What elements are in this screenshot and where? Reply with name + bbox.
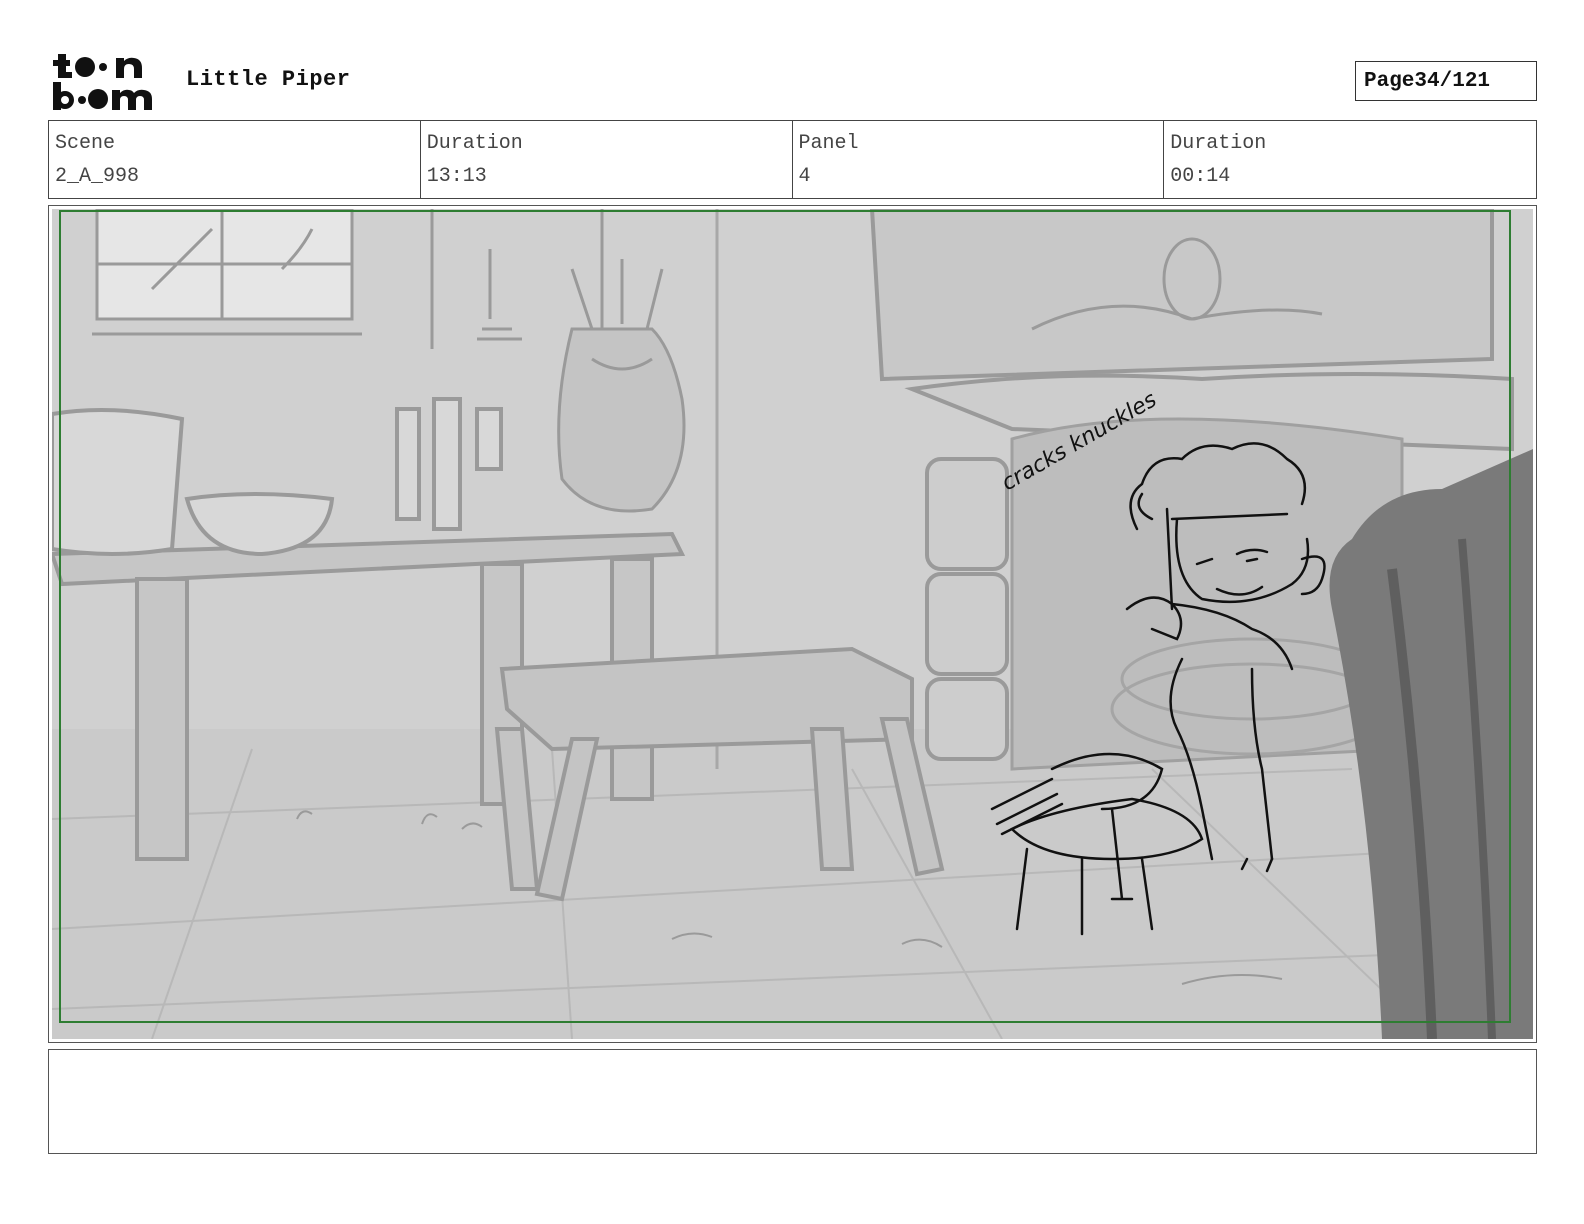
page-label: Page xyxy=(1364,69,1415,93)
panel-duration-cell: Duration 00:14 xyxy=(1164,121,1536,198)
page-number: 34/121 xyxy=(1414,69,1491,93)
storyboard-panel-drawing: cracks knuckles xyxy=(52,209,1533,1039)
page-indicator: Page 34/121 xyxy=(1355,61,1537,101)
scene-duration-cell: Duration 13:13 xyxy=(421,121,793,198)
scene-value: 2_A_998 xyxy=(55,165,140,188)
project-title: Little Piper xyxy=(186,67,351,92)
scene-duration-label: Duration xyxy=(426,132,523,155)
panel-duration-label: Duration xyxy=(1170,132,1267,155)
panel-value: 4 xyxy=(798,165,811,188)
scene-label: Scene xyxy=(55,132,116,155)
panel-duration-value: 00:14 xyxy=(1170,165,1231,188)
panel-cell: Panel 4 xyxy=(793,121,1165,198)
panel-label: Panel xyxy=(798,132,859,155)
panel-notes-box xyxy=(48,1049,1537,1154)
toon-boom-logo xyxy=(53,54,152,110)
scene-duration-value: 13:13 xyxy=(426,165,487,188)
storyboard-page: Little Piper Page 34/121 Scene 2_A_998 D… xyxy=(0,0,1584,1224)
scene-info-table: Scene 2_A_998 Duration 13:13 Panel 4 Dur… xyxy=(48,120,1537,199)
scene-cell: Scene 2_A_998 xyxy=(49,121,421,198)
